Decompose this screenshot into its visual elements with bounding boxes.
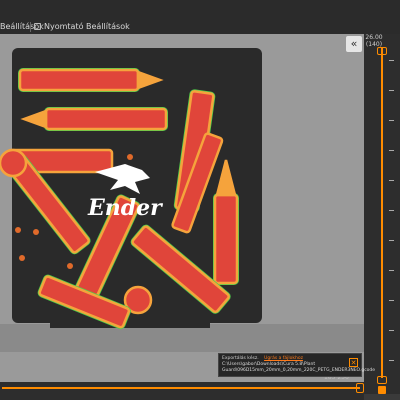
part-stake[interactable] (213, 159, 239, 285)
layer-tick (389, 240, 394, 241)
part-pin[interactable] (67, 263, 73, 269)
path-slider-track[interactable] (2, 387, 360, 389)
layer-tick (389, 300, 394, 301)
sliced-parts-preview[interactable]: Ender (0, 0, 364, 360)
export-title: Exportálás kész. (222, 356, 259, 361)
part-stake[interactable] (18, 68, 164, 92)
part-joint[interactable] (0, 148, 28, 178)
ender-logo: Ender (87, 164, 163, 221)
layer-tick (389, 180, 394, 181)
svg-text:Ender: Ender (87, 195, 163, 221)
layer-slider-track[interactable] (381, 48, 383, 378)
layer-tick (389, 330, 394, 331)
layer-tick (389, 60, 394, 61)
layer-tick (389, 270, 394, 271)
layer-top-value: 26.00 (365, 34, 383, 41)
layer-tick (389, 90, 394, 91)
export-notification: Exportálás kész. Ugrás a fájlokhoz C:\Us… (218, 353, 375, 377)
path-slider-panel (0, 382, 364, 400)
layer-tick (389, 150, 394, 151)
path-slider-handle[interactable] (356, 383, 364, 393)
layer-slider-bottom-handle[interactable] (377, 376, 387, 384)
layer-slider-top-handle[interactable] (377, 47, 387, 55)
layer-tick (389, 120, 394, 121)
open-folder-link[interactable]: Ugrás a fájlokhoz (264, 356, 303, 361)
part-pin[interactable] (19, 255, 25, 261)
layer-tick (389, 360, 394, 361)
lock-icon[interactable] (378, 386, 386, 394)
part-stake[interactable] (20, 107, 168, 131)
part-pin[interactable] (127, 154, 133, 160)
layer-tick (389, 210, 394, 211)
part-pin[interactable] (33, 229, 39, 235)
collapse-panel-button[interactable]: « (346, 36, 362, 52)
close-icon[interactable]: ✕ (349, 358, 358, 367)
layer-slider-top-label: 26.00 (140) (365, 34, 383, 48)
part-pin[interactable] (15, 227, 21, 233)
